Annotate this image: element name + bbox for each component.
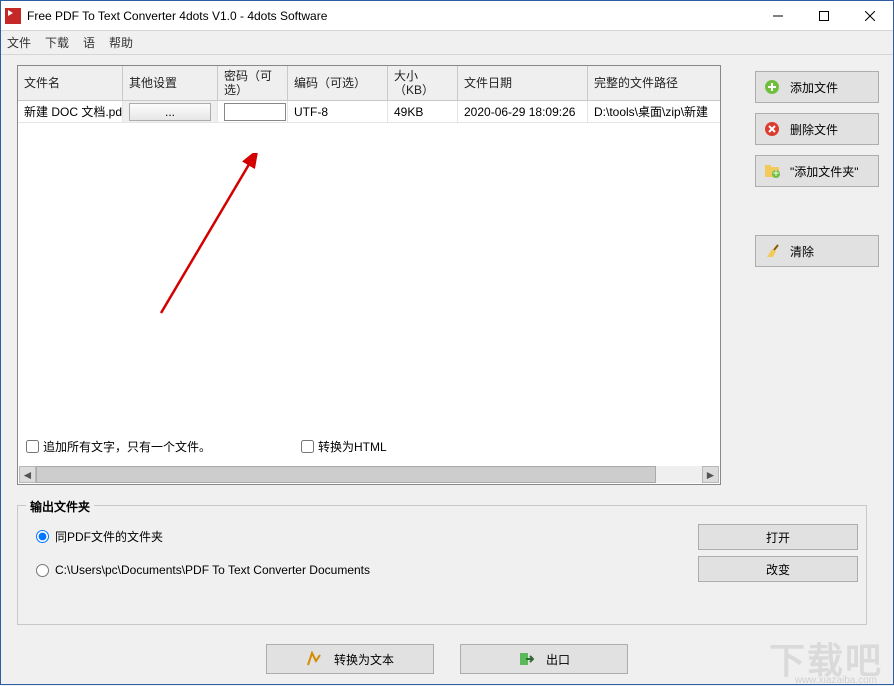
change-label: 改变 bbox=[766, 561, 790, 578]
scroll-left-arrow[interactable]: ◄ bbox=[19, 466, 36, 483]
convert-label: 转换为文本 bbox=[334, 651, 394, 668]
minimize-button[interactable] bbox=[755, 1, 801, 30]
table-body: 新建 DOC 文档.pdf ... UTF-8 49KB 2020-06-29 … bbox=[18, 101, 720, 484]
output-folder-group: 输出文件夹 同PDF文件的文件夹 C:\Users\pc\Documents\P… bbox=[17, 505, 867, 625]
minimize-icon bbox=[773, 11, 783, 21]
file-table: 文件名 其他设置 密码（可选） 编码（可选） 大小（KB） 文件日期 完整的文件… bbox=[17, 65, 721, 485]
col-other[interactable]: 其他设置 bbox=[123, 66, 218, 100]
table-header: 文件名 其他设置 密码（可选） 编码（可选） 大小（KB） 文件日期 完整的文件… bbox=[18, 66, 720, 101]
append-checkbox[interactable]: 追加所有文字，只有一个文件。 bbox=[26, 438, 211, 455]
watermark-url: www.xiazaiba.com bbox=[795, 675, 877, 686]
exit-label: 出口 bbox=[546, 651, 570, 668]
same-folder-radio-input[interactable] bbox=[36, 530, 49, 543]
cell-path: D:\tools\桌面\zip\新建 bbox=[588, 101, 720, 122]
menu-help[interactable]: 帮助 bbox=[109, 34, 133, 51]
password-input[interactable] bbox=[224, 103, 286, 121]
app-window: Free PDF To Text Converter 4dots V1.0 - … bbox=[0, 0, 894, 685]
convert-button[interactable]: 转换为文本 bbox=[266, 644, 434, 674]
delete-file-label: 删除文件 bbox=[790, 121, 838, 138]
cell-filename: 新建 DOC 文档.pdf bbox=[18, 101, 123, 122]
exit-icon bbox=[518, 651, 534, 667]
exit-button[interactable]: 出口 bbox=[460, 644, 628, 674]
table-row[interactable]: 新建 DOC 文档.pdf ... UTF-8 49KB 2020-06-29 … bbox=[18, 101, 720, 123]
maximize-icon bbox=[819, 11, 829, 21]
cell-other: ... bbox=[123, 101, 218, 122]
add-folder-label: "添加文件夹" bbox=[790, 163, 859, 180]
close-icon bbox=[865, 11, 875, 21]
custom-folder-label: C:\Users\pc\Documents\PDF To Text Conver… bbox=[55, 563, 370, 577]
sidebar-spacer bbox=[755, 197, 879, 225]
add-file-button[interactable]: 添加文件 bbox=[755, 71, 879, 103]
col-encoding[interactable]: 编码（可选） bbox=[288, 66, 388, 100]
open-button[interactable]: 打开 bbox=[698, 524, 858, 550]
col-size[interactable]: 大小（KB） bbox=[388, 66, 458, 100]
col-date[interactable]: 文件日期 bbox=[458, 66, 588, 100]
col-path[interactable]: 完整的文件路径 bbox=[588, 66, 720, 100]
cell-encoding[interactable]: UTF-8 bbox=[288, 101, 388, 122]
content-area: 文件名 其他设置 密码（可选） 编码（可选） 大小（KB） 文件日期 完整的文件… bbox=[1, 55, 893, 684]
open-label: 打开 bbox=[766, 529, 790, 546]
app-icon bbox=[5, 8, 21, 24]
append-label: 追加所有文字，只有一个文件。 bbox=[43, 438, 211, 455]
menu-file[interactable]: 文件 bbox=[7, 34, 31, 51]
custom-folder-radio-input[interactable] bbox=[36, 564, 49, 577]
col-password[interactable]: 密码（可选） bbox=[218, 66, 288, 100]
clear-button[interactable]: 清除 bbox=[755, 235, 879, 267]
html-checkbox-input[interactable] bbox=[301, 440, 314, 453]
horizontal-scrollbar[interactable]: ◄ ► bbox=[19, 466, 719, 483]
scroll-thumb[interactable] bbox=[36, 466, 656, 483]
append-checkbox-input[interactable] bbox=[26, 440, 39, 453]
cell-size: 49KB bbox=[388, 101, 458, 122]
title-bar[interactable]: Free PDF To Text Converter 4dots V1.0 - … bbox=[1, 1, 893, 31]
sidebar: 添加文件 删除文件 + "添加文件夹" 清除 bbox=[755, 71, 879, 267]
add-file-label: 添加文件 bbox=[790, 79, 838, 96]
close-button[interactable] bbox=[847, 1, 893, 30]
menu-language[interactable]: 语 bbox=[83, 34, 95, 51]
menu-download[interactable]: 下载 bbox=[45, 34, 69, 51]
scroll-track[interactable] bbox=[36, 466, 702, 483]
scroll-right-arrow[interactable]: ► bbox=[702, 466, 719, 483]
cell-password bbox=[218, 101, 288, 122]
x-circle-icon bbox=[764, 121, 780, 137]
maximize-button[interactable] bbox=[801, 1, 847, 30]
cell-date: 2020-06-29 18:09:26 bbox=[458, 101, 588, 122]
clear-label: 清除 bbox=[790, 243, 814, 260]
options-row: 追加所有文字，只有一个文件。 转换为HTML bbox=[26, 434, 712, 458]
same-folder-label: 同PDF文件的文件夹 bbox=[55, 528, 163, 545]
output-legend: 输出文件夹 bbox=[26, 498, 94, 515]
other-settings-button[interactable]: ... bbox=[129, 103, 211, 121]
plus-circle-icon bbox=[764, 79, 780, 95]
html-checkbox[interactable]: 转换为HTML bbox=[301, 438, 387, 455]
html-label: 转换为HTML bbox=[318, 438, 387, 455]
convert-icon bbox=[306, 651, 322, 667]
change-button[interactable]: 改变 bbox=[698, 556, 858, 582]
svg-text:+: + bbox=[772, 166, 779, 179]
add-folder-button[interactable]: + "添加文件夹" bbox=[755, 155, 879, 187]
footer-buttons: 转换为文本 出口 bbox=[1, 644, 893, 676]
menu-bar: 文件 下载 语 帮助 bbox=[1, 31, 893, 55]
window-title: Free PDF To Text Converter 4dots V1.0 - … bbox=[27, 9, 755, 23]
folder-icon: + bbox=[764, 163, 780, 179]
delete-file-button[interactable]: 删除文件 bbox=[755, 113, 879, 145]
col-filename[interactable]: 文件名 bbox=[18, 66, 123, 100]
broom-icon bbox=[764, 243, 780, 259]
